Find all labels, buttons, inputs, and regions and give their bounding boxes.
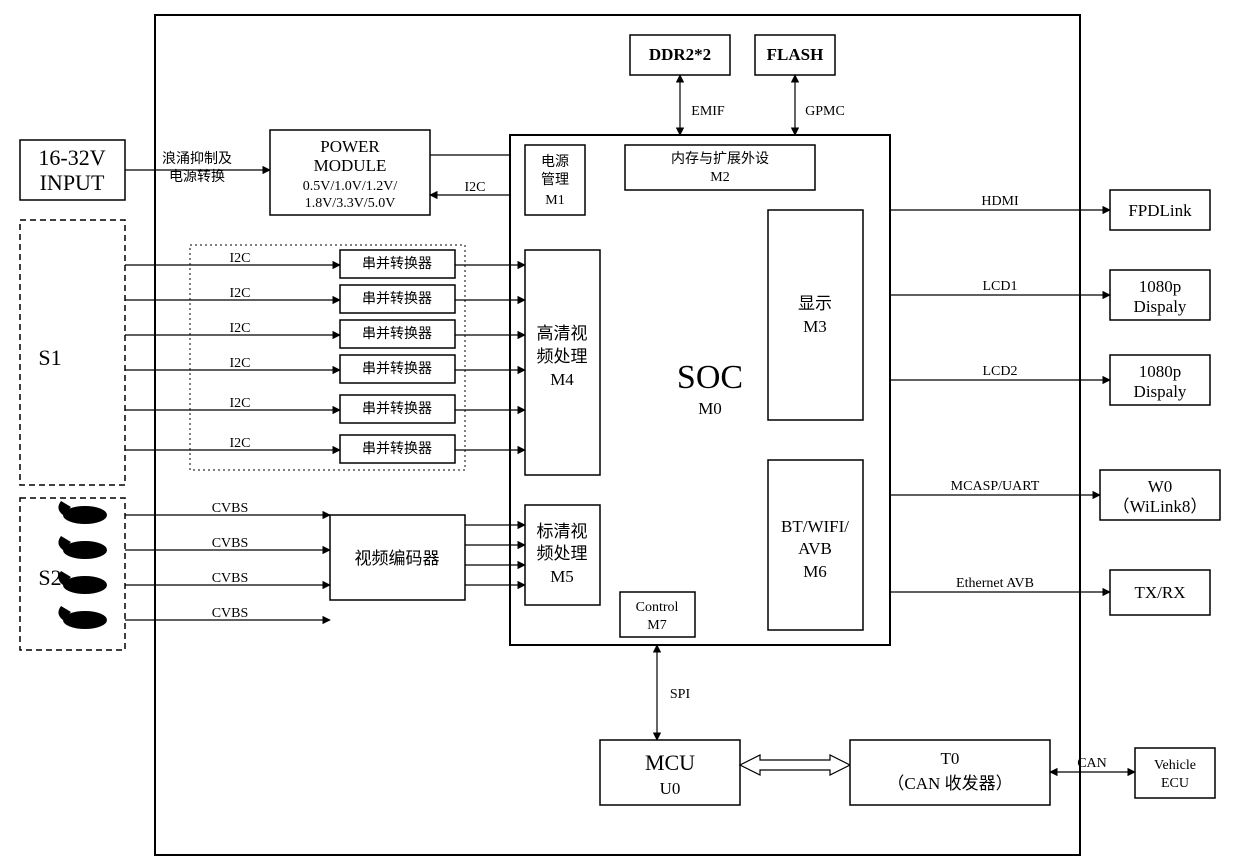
- s1-i2c-label-4: I2C: [230, 396, 251, 411]
- lcd1-label: LCD1: [983, 279, 1018, 294]
- m4-l1: 高清视: [537, 324, 588, 343]
- emif-label: EMIF: [691, 104, 725, 119]
- converter-label-3: 串并转换器: [362, 360, 432, 377]
- s2-label: S2: [38, 565, 61, 590]
- converter-label-4: 串并转换器: [362, 400, 432, 417]
- gpmc-label: GPMC: [805, 104, 845, 119]
- cvbs-label-0: CVBS: [212, 501, 249, 516]
- m5-id: M5: [550, 567, 574, 586]
- camera-icon-0: [58, 501, 107, 524]
- camera-icon-3: [58, 606, 107, 629]
- s1-i2c-label-1: I2C: [230, 286, 251, 301]
- converter-label-0: 串并转换器: [362, 255, 432, 272]
- camera-icon-1: [58, 536, 107, 559]
- ecu-l1: Vehicle: [1154, 758, 1196, 773]
- cvbs-label-3: CVBS: [212, 606, 249, 621]
- t0-l2: （CAN 收发器）: [887, 774, 1012, 793]
- s1-i2c-label-3: I2C: [230, 356, 251, 371]
- soc-title: SOC: [677, 359, 743, 396]
- power-title: POWER: [320, 137, 380, 156]
- m3-block: [768, 210, 863, 420]
- m6-l2: AVB: [798, 539, 832, 558]
- cvbs-label-1: CVBS: [212, 536, 249, 551]
- surge-l1: 浪涌抑制及: [162, 151, 232, 167]
- display2-l2: Dispaly: [1134, 382, 1187, 401]
- m2-id: M2: [710, 170, 729, 185]
- block-diagram: DDR2*2 FLASH EMIF GPMC 16-32V INPUT 浪涌抑制…: [0, 0, 1240, 868]
- m1-id: M1: [545, 193, 564, 208]
- m6-id: M6: [803, 562, 827, 581]
- wilink-l2: （WiLink8）: [1113, 497, 1208, 516]
- m2-l1: 内存与扩展外设: [671, 151, 769, 167]
- converter-label-2: 串并转换器: [362, 325, 432, 342]
- m1-l2: 管理: [541, 172, 569, 188]
- m7-id: M7: [647, 618, 666, 633]
- s1-i2c-label-2: I2C: [230, 321, 251, 336]
- fpdlink-label: FPDLink: [1128, 201, 1192, 220]
- power-title2: MODULE: [314, 156, 387, 175]
- flash-label: FLASH: [767, 45, 824, 64]
- s1-area: [20, 220, 125, 485]
- camera-icon-2: [58, 571, 107, 594]
- s1-i2c-label-5: I2C: [230, 436, 251, 451]
- m5-l2: 频处理: [537, 544, 588, 563]
- mcasp-label: MCASP/UART: [951, 479, 1040, 494]
- s1-i2c-label-0: I2C: [230, 251, 251, 266]
- cvbs-label-2: CVBS: [212, 571, 249, 586]
- avb-label: Ethernet AVB: [956, 576, 1034, 591]
- surge-l2: 电源转换: [169, 168, 225, 185]
- voltage-input-l2: INPUT: [40, 170, 105, 195]
- wilink-l1: W0: [1148, 477, 1173, 496]
- m4-l2: 频处理: [537, 347, 588, 366]
- hdmi-label: HDMI: [981, 194, 1019, 209]
- display1-l1: 1080p: [1139, 277, 1182, 296]
- display2-l1: 1080p: [1139, 362, 1182, 381]
- m3-l1: 显示: [798, 294, 832, 313]
- voltage-input-l1: 16-32V: [38, 145, 105, 170]
- txrx-label: TX/RX: [1135, 583, 1186, 602]
- s1-label: S1: [38, 345, 61, 370]
- m7-l1: Control: [636, 600, 679, 615]
- ecu-l2: ECU: [1161, 776, 1189, 791]
- power-i2c-label: I2C: [465, 180, 486, 195]
- ddr-label: DDR2*2: [649, 45, 711, 64]
- converter-label-1: 串并转换器: [362, 290, 432, 307]
- power-volts1: 0.5V/1.0V/1.2V/: [303, 179, 398, 194]
- m1-l1: 电源: [541, 154, 569, 170]
- converter-label-5: 串并转换器: [362, 440, 432, 457]
- spi-label: SPI: [670, 687, 691, 702]
- can-label: CAN: [1077, 756, 1107, 771]
- lcd2-label: LCD2: [983, 364, 1018, 379]
- mcu-id: U0: [660, 779, 681, 798]
- mcu-label: MCU: [645, 750, 695, 775]
- soc-id: M0: [698, 399, 722, 418]
- m4-id: M4: [550, 370, 574, 389]
- video-encoder-label: 视频编码器: [355, 549, 440, 568]
- power-volts2: 1.8V/3.3V/5.0V: [305, 196, 396, 211]
- m6-l1: BT/WIFI/: [781, 517, 849, 536]
- m3-id: M3: [803, 317, 827, 336]
- display1-l2: Dispaly: [1134, 297, 1187, 316]
- m5-l1: 标清视: [537, 522, 588, 541]
- t0-l1: T0: [941, 749, 960, 768]
